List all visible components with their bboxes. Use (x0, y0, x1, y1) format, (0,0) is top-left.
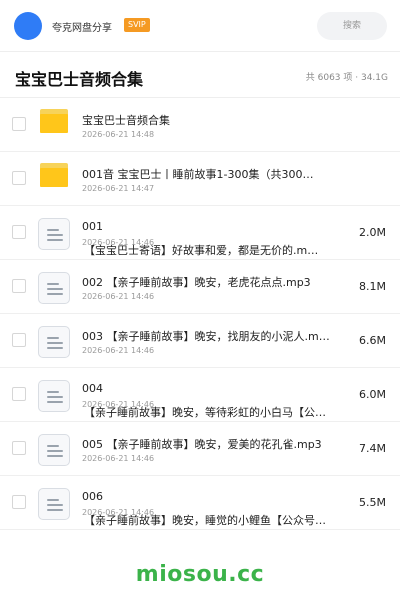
row-checkbox[interactable] (12, 171, 26, 185)
item-size: 8.1M (359, 280, 386, 293)
row-checkbox[interactable] (12, 279, 26, 293)
item-name: 001音 宝宝巴士丨睡前故事1-300集（共300… (82, 168, 314, 181)
item-size: 2.0M (359, 226, 386, 239)
item-name-continued: 【亲子睡前故事】晚安，等待彩虹的小白马【公… (84, 406, 326, 419)
row-checkbox[interactable] (12, 495, 26, 509)
folder-icon (40, 163, 68, 187)
item-name-continued: 【宝宝巴士寄语】好故事和爱，都是无价的.m… (84, 244, 319, 257)
row-checkbox[interactable] (12, 117, 26, 131)
item-name: 001 (82, 220, 103, 233)
item-name: 006 (82, 490, 103, 503)
item-size: 6.0M (359, 388, 386, 401)
item-size: 7.4M (359, 442, 386, 455)
list-item[interactable]: 005 【亲子睡前故事】晚安，爱美的花孔雀.mp3 2026-06-21 14:… (0, 422, 400, 476)
file-list: 宝宝巴士音频合集 2026-06-21 14:48 001音 宝宝巴士丨睡前故事… (0, 98, 400, 530)
item-name-continued: 【亲子睡前故事】晚安，睡觉的小鲤鱼【公众号… (84, 514, 326, 527)
list-item[interactable]: 003 【亲子睡前故事】晚安，找朋友的小泥人.mp3 2026-06-21 14… (0, 314, 400, 368)
item-date: 2026-06-21 14:46 (82, 346, 155, 355)
row-checkbox[interactable] (12, 387, 26, 401)
audio-file-icon (38, 218, 70, 250)
audio-file-icon (38, 488, 70, 520)
item-date: 2026-06-21 14:47 (82, 184, 155, 193)
row-checkbox[interactable] (12, 441, 26, 455)
item-name: 002 【亲子睡前故事】晚安，老虎花点点.mp3 (82, 276, 311, 289)
item-name: 003 【亲子睡前故事】晚安，找朋友的小泥人.mp3 (82, 330, 332, 343)
list-item[interactable]: 001音 宝宝巴士丨睡前故事1-300集（共300… 2026-06-21 14… (0, 152, 400, 206)
folder-title-bar: 宝宝巴士音频合集 共 6063 项 · 34.1G (0, 52, 400, 98)
row-checkbox[interactable] (12, 225, 26, 239)
folder-icon (40, 109, 68, 133)
list-item[interactable]: 宝宝巴士音频合集 2026-06-21 14:48 (0, 98, 400, 152)
audio-file-icon (38, 380, 70, 412)
item-name: 005 【亲子睡前故事】晚安，爱美的花孔雀.mp3 (82, 438, 322, 451)
item-date: 2026-06-21 14:46 (82, 292, 155, 301)
page-title: 宝宝巴士音频合集 (15, 70, 144, 89)
row-checkbox[interactable] (12, 333, 26, 347)
item-name: 宝宝巴士音频合集 (82, 114, 170, 127)
list-item[interactable]: 004 2026-06-21 14:46 【亲子睡前故事】晚安，等待彩虹的小白马… (0, 368, 400, 422)
list-item[interactable]: 006 2026-06-21 14:46 【亲子睡前故事】晚安，睡觉的小鲤鱼【公… (0, 476, 400, 530)
watermark-logo: miosou.cc (135, 562, 265, 587)
item-date: 2026-06-21 14:46 (82, 454, 155, 463)
svip-badge: SVIP (124, 18, 150, 32)
item-size: 6.6M (359, 334, 386, 347)
search-input[interactable]: 搜索 (317, 12, 387, 40)
top-header: 夸克网盘分享 SVIP 搜索 (0, 0, 400, 52)
app-brand-label: 夸克网盘分享 (52, 23, 112, 34)
item-size: 5.5M (359, 496, 386, 509)
avatar[interactable] (14, 12, 42, 40)
audio-file-icon (38, 434, 70, 466)
item-date: 2026-06-21 14:48 (82, 130, 155, 139)
list-item[interactable]: 002 【亲子睡前故事】晚安，老虎花点点.mp3 2026-06-21 14:4… (0, 260, 400, 314)
folder-stats: 共 6063 项 · 34.1G (305, 73, 388, 83)
item-name: 004 (82, 382, 103, 395)
audio-file-icon (38, 272, 70, 304)
audio-file-icon (38, 326, 70, 358)
list-item[interactable]: 001 2026-06-21 14:46 【宝宝巴士寄语】好故事和爱，都是无价的… (0, 206, 400, 260)
